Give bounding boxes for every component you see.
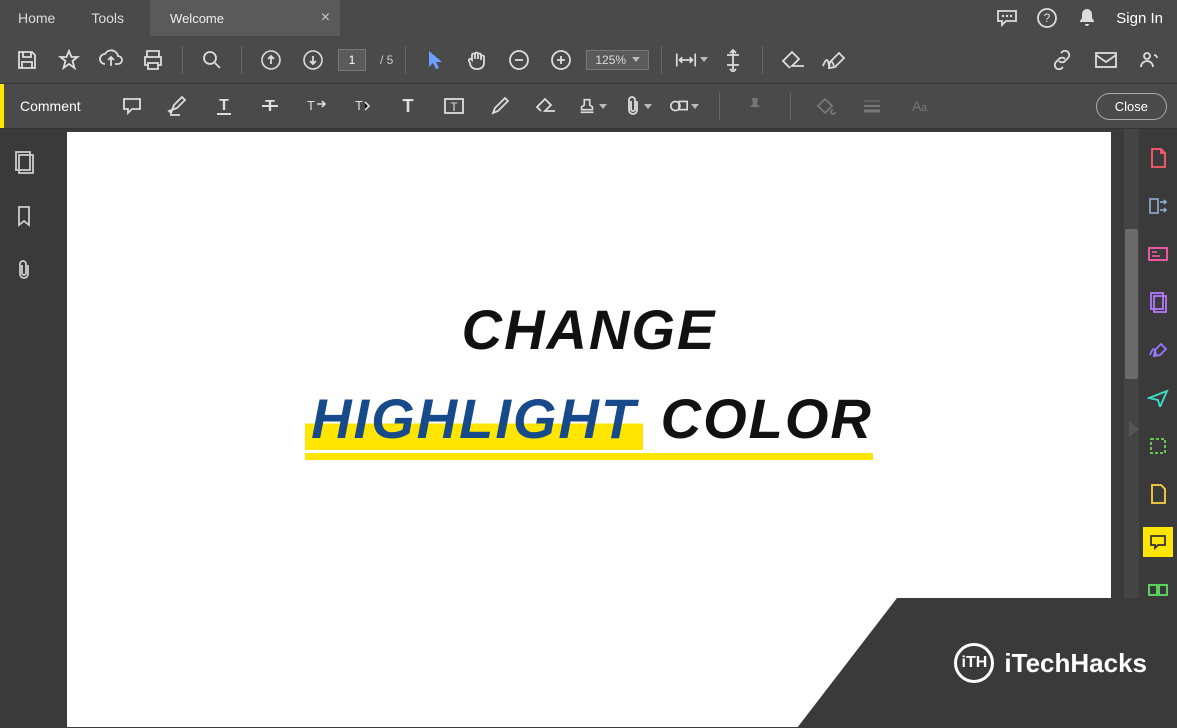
edit-pdf-icon[interactable] <box>1143 239 1173 269</box>
email-icon[interactable] <box>1089 43 1123 77</box>
text-comment-icon[interactable]: T <box>393 91 423 121</box>
tab-home[interactable]: Home <box>0 0 73 36</box>
tab-welcome[interactable]: Welcome × <box>150 0 340 36</box>
pencil-draw-icon[interactable] <box>485 91 515 121</box>
upload-cloud-icon[interactable] <box>94 43 128 77</box>
page-number-input[interactable] <box>338 49 366 71</box>
svg-text:T: T <box>307 98 315 113</box>
stamp-icon[interactable] <box>577 91 607 121</box>
print-icon[interactable] <box>136 43 170 77</box>
zoom-in-icon[interactable] <box>544 43 578 77</box>
brand-logo-icon: iTH <box>954 643 994 683</box>
close-tab-icon[interactable]: × <box>321 9 330 27</box>
scroll-mode-icon[interactable] <box>716 43 750 77</box>
bookmarks-icon[interactable] <box>11 203 37 229</box>
doc-color-word: COLOR <box>661 387 873 454</box>
chevron-down-icon <box>599 104 607 109</box>
fit-width-icon[interactable] <box>674 43 708 77</box>
drawing-tools-icon[interactable] <box>669 91 699 121</box>
optimize-pdf-icon[interactable] <box>1143 431 1173 461</box>
attach-icon[interactable] <box>623 91 653 121</box>
messages-icon[interactable] <box>996 7 1018 29</box>
zoom-level-select[interactable]: 125% <box>586 50 649 70</box>
brand-name: iTechHacks <box>1004 648 1147 679</box>
comment-label: Comment <box>20 98 81 114</box>
expand-right-panel-icon[interactable] <box>1129 421 1139 437</box>
hand-tool-icon[interactable] <box>460 43 494 77</box>
doc-line-1: CHANGE <box>67 297 1111 362</box>
accent-stripe <box>0 84 4 128</box>
comment-toolbar: Comment T T T T T T Aa Close <box>0 84 1177 129</box>
page-up-icon[interactable] <box>254 43 288 77</box>
svg-text:?: ? <box>1044 11 1051 25</box>
svg-text:T: T <box>402 96 413 116</box>
signatures-icon[interactable] <box>817 43 851 77</box>
page-down-icon[interactable] <box>296 43 330 77</box>
share-people-icon[interactable] <box>1133 43 1167 77</box>
titlebar-actions: ? Sign In <box>996 0 1177 36</box>
text-properties-icon: Aa <box>903 91 933 121</box>
left-navigation-rail <box>0 129 47 728</box>
chevron-down-icon <box>644 104 652 109</box>
notifications-icon[interactable] <box>1076 7 1098 29</box>
titlebar: Home Tools Welcome × ? Sign In <box>0 0 1177 36</box>
attachments-icon[interactable] <box>11 257 37 283</box>
sign-in-button[interactable]: Sign In <box>1116 10 1163 27</box>
page-total-label: / 5 <box>380 53 393 67</box>
export-pdf-icon[interactable] <box>1143 191 1173 221</box>
chevron-down-icon <box>691 104 699 109</box>
share-link-icon[interactable] <box>1045 43 1079 77</box>
document-content: CHANGE HIGHLIGHT COLOR <box>67 297 1111 460</box>
text-box-icon[interactable]: T <box>439 91 469 121</box>
line-width-icon <box>857 91 887 121</box>
find-icon[interactable] <box>195 43 229 77</box>
svg-text:T: T <box>450 100 458 114</box>
separator <box>661 46 662 74</box>
doc-line-2: HIGHLIGHT COLOR <box>67 386 1111 460</box>
send-for-signature-icon[interactable] <box>1143 383 1173 413</box>
separator <box>790 92 791 120</box>
doc-highlight-word: HIGHLIGHT <box>305 387 643 450</box>
create-pdf-icon[interactable] <box>1143 143 1173 173</box>
svg-text:a: a <box>921 102 928 114</box>
replace-text-icon[interactable]: T <box>301 91 331 121</box>
star-icon[interactable] <box>52 43 86 77</box>
separator <box>182 46 183 74</box>
separator <box>719 92 720 120</box>
pin-icon <box>740 91 770 121</box>
fill-sign-icon[interactable] <box>1143 335 1173 365</box>
svg-text:T: T <box>355 98 363 113</box>
underline-text-icon[interactable]: T <box>209 91 239 121</box>
tab-tools[interactable]: Tools <box>73 0 142 36</box>
help-icon[interactable]: ? <box>1036 7 1058 29</box>
save-icon[interactable] <box>10 43 44 77</box>
eraser-icon[interactable] <box>531 91 561 121</box>
scrollbar-thumb[interactable] <box>1125 229 1138 379</box>
thumbnails-icon[interactable] <box>11 149 37 175</box>
separator <box>405 46 406 74</box>
organize-pages-icon[interactable] <box>1143 287 1173 317</box>
main-toolbar: / 5 125% <box>0 36 1177 84</box>
sticky-note-icon[interactable] <box>117 91 147 121</box>
highlight-tool-icon[interactable] <box>163 91 193 121</box>
select-tool-icon[interactable] <box>418 43 452 77</box>
svg-text:T: T <box>219 97 229 114</box>
insert-text-icon[interactable]: T <box>347 91 377 121</box>
strikethrough-icon[interactable]: T <box>255 91 285 121</box>
close-commentbar-button[interactable]: Close <box>1096 93 1167 120</box>
separator <box>241 46 242 74</box>
tab-welcome-label: Welcome <box>170 11 224 26</box>
comment-tool-icon[interactable] <box>1143 527 1173 557</box>
separator <box>762 46 763 74</box>
zoom-out-icon[interactable] <box>502 43 536 77</box>
zoom-level-value: 125% <box>595 53 626 67</box>
chevron-down-icon <box>700 57 708 62</box>
compare-icon[interactable] <box>1143 479 1173 509</box>
chevron-down-icon <box>632 57 640 62</box>
erase-icon[interactable] <box>775 43 809 77</box>
fill-color-icon <box>811 91 841 121</box>
